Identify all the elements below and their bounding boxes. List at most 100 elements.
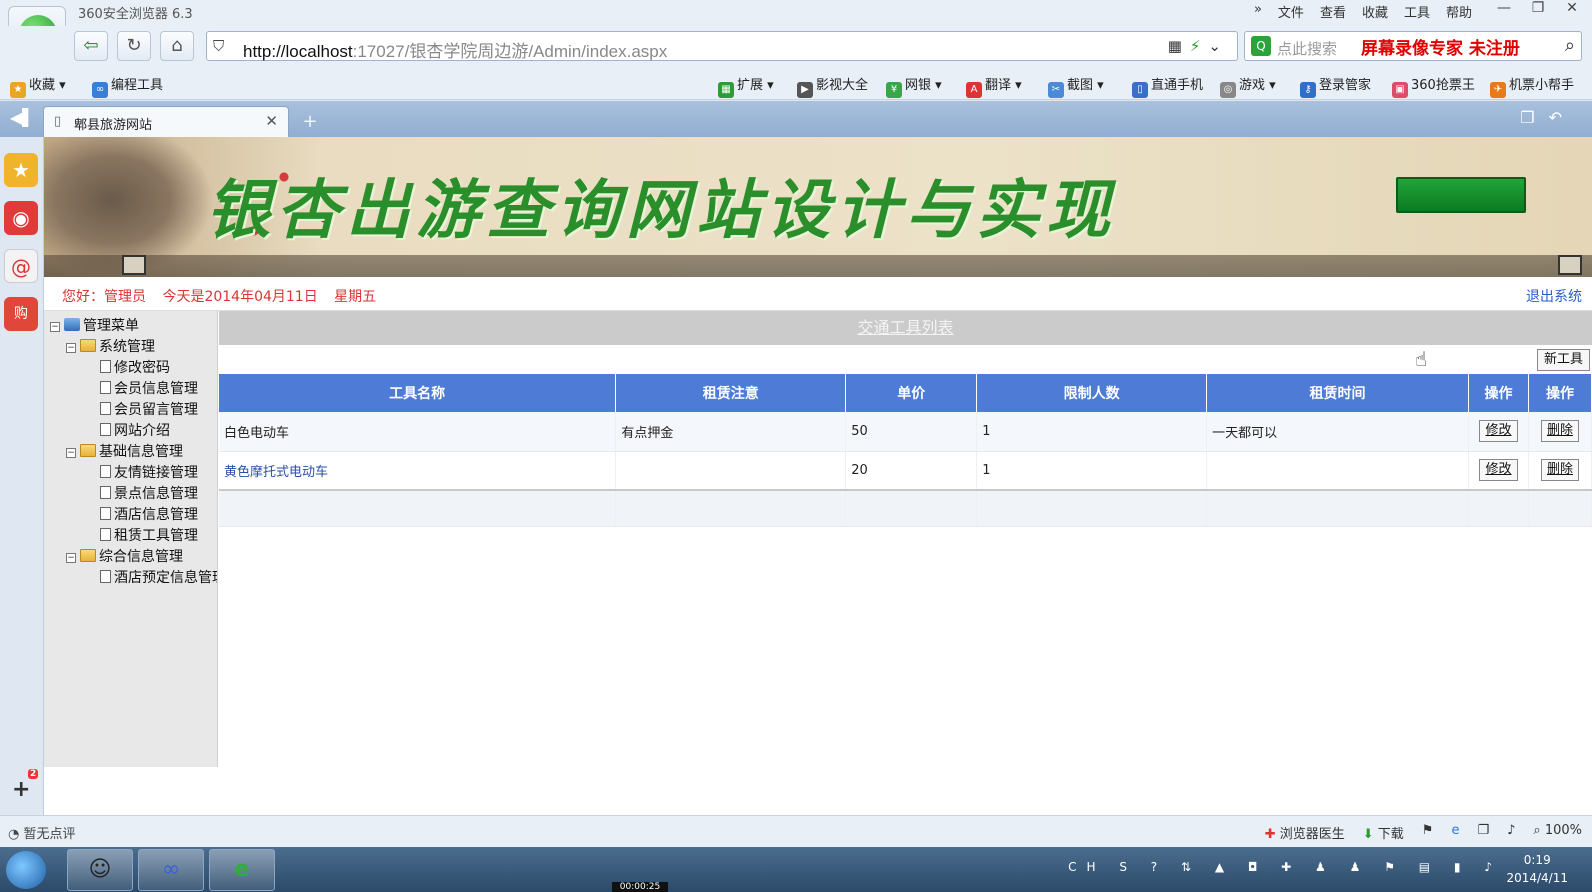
address-tools[interactable]: ▦⚡⌄ (1168, 37, 1229, 55)
input-language[interactable]: CH (1068, 860, 1105, 874)
tree-group-general[interactable]: − 综合信息管理 (66, 546, 183, 566)
tab-active[interactable]: ▯ 郫县旅游网站 ✕ (43, 106, 289, 137)
shopping-hot-icon[interactable]: 购 (4, 297, 38, 331)
taskbar-app-360browser[interactable]: e (209, 849, 275, 891)
document-icon: ▯ (54, 114, 62, 129)
toolbar-games[interactable]: ◎ 游戏 ▾ (1220, 74, 1276, 98)
weibo-icon[interactable]: ◉ (4, 201, 38, 235)
search-icon[interactable]: ⌕ (1565, 35, 1575, 56)
close-tab-icon[interactable]: ✕ (265, 112, 278, 130)
cell-delete: 删除 (1528, 412, 1592, 452)
zoom-control[interactable]: ⌕ 100% (1533, 823, 1582, 842)
footer-cell (219, 489, 617, 527)
toolbar-videos[interactable]: ▶ 影视大全 (797, 74, 868, 98)
restore-button[interactable]: ❐ (1528, 0, 1548, 16)
home-button[interactable]: ⌂ (160, 31, 194, 61)
restore-tabs-icon[interactable]: ❐ (1520, 108, 1548, 127)
new-tab-button[interactable]: + (295, 110, 325, 136)
volume-icon[interactable]: ♪ (1507, 823, 1515, 842)
start-button[interactable] (6, 851, 46, 889)
toolbar-login-manager[interactable]: ⚷ 登录管家 (1300, 74, 1371, 98)
col-price: 单价 (845, 374, 978, 412)
tree-root[interactable]: − 管理菜单 (50, 315, 139, 335)
tree-item-member-info[interactable]: 会员信息管理 (100, 378, 198, 398)
toolbar-phone[interactable]: ▯ 直通手机 (1132, 74, 1203, 98)
col-rental-note: 租赁注意 (615, 374, 847, 412)
tree-item-member-messages[interactable]: 会员留言管理 (100, 399, 198, 419)
qrcode-icon[interactable]: ▦ (1168, 37, 1190, 55)
taskbar-app-avatar[interactable]: ☺ (67, 849, 133, 891)
toolbar-banking[interactable]: ¥ 网银 ▾ (886, 74, 942, 98)
collapse-icon[interactable]: − (50, 322, 60, 332)
menu-favorites[interactable]: 收藏 (1362, 2, 1388, 21)
refresh-button[interactable]: ↻ (117, 31, 151, 61)
search-engine-icon[interactable]: Q (1251, 36, 1271, 56)
sidebar-toggle-icon[interactable]: ◀▌ (10, 108, 35, 127)
tray-icons[interactable]: S ? ⇅ ▲ ◘ ✚ ♟ ♟ ⚑ ▤ ▮ ♪ (1119, 860, 1502, 874)
toolbar-flight-helper[interactable]: ✈ 机票小帮手 (1490, 74, 1574, 98)
edit-button[interactable]: 修改 (1479, 420, 1518, 443)
footer-cell (1468, 489, 1529, 527)
address-url[interactable]: http://localhost:17027/银杏学院周边游/Admin/ind… (243, 37, 667, 62)
search-placeholder[interactable]: 点此搜索 (1277, 38, 1337, 59)
shield-icon: ⛉ (213, 37, 225, 55)
collapse-icon[interactable]: − (66, 553, 76, 563)
back-button[interactable]: ⇦ (74, 31, 108, 61)
footer-cell (1206, 489, 1469, 527)
new-tool-button[interactable]: 新工具 (1536, 349, 1590, 371)
greeting-weekday: 星期五 (334, 289, 377, 305)
tree-item-hotels[interactable]: 酒店信息管理 (100, 504, 198, 524)
menu-tools[interactable]: 工具 (1404, 2, 1430, 21)
cell-limit: 1 (976, 451, 1208, 491)
toolbar-extensions[interactable]: ▦ 扩展 ▾ (718, 74, 774, 98)
tree-item-change-password[interactable]: 修改密码 (100, 357, 170, 377)
collapse-icon[interactable]: − (66, 343, 76, 353)
collapse-icon[interactable]: − (66, 448, 76, 458)
bookmark-favorites[interactable]: ★ 收藏 ▾ (10, 74, 66, 98)
browser-doctor-button[interactable]: ✚ 浏览器医生 (1265, 823, 1345, 842)
lightning-icon[interactable]: ⚡ (1190, 37, 1209, 55)
tree-group-basic[interactable]: − 基础信息管理 (66, 441, 183, 461)
status-comment[interactable]: ◔ 暂无点评 (8, 823, 76, 842)
ie-mode-icon[interactable]: e (1451, 823, 1459, 842)
taskbar-app-visualstudio[interactable]: ∞ (138, 849, 204, 891)
menu-more[interactable]: » (1254, 2, 1262, 21)
tab-title: 郫县旅游网站 (74, 118, 153, 133)
undo-close-icon[interactable]: ↶ (1549, 108, 1576, 127)
bookmark-programming-tools[interactable]: ∞ 编程工具 (92, 74, 163, 98)
tree-item-attractions[interactable]: 景点信息管理 (100, 483, 198, 503)
window-mode-icon[interactable]: ❐ (1477, 823, 1489, 842)
menu-help[interactable]: 帮助 (1446, 2, 1472, 21)
tree-item-friend-links[interactable]: 友情链接管理 (100, 462, 198, 482)
logout-link[interactable]: 退出系统 (1526, 286, 1582, 306)
minimize-button[interactable]: — (1494, 0, 1514, 16)
tree-item-site-intro[interactable]: 网站介绍 (100, 420, 170, 440)
menu-view[interactable]: 查看 (1320, 2, 1346, 21)
close-window-button[interactable]: ✕ (1562, 0, 1582, 16)
toolbar-translate[interactable]: A 翻译 ▾ (966, 74, 1022, 98)
toolbar-screenshot[interactable]: ✂ 截图 ▾ (1048, 74, 1104, 98)
list-title[interactable]: 交通工具列表 (857, 318, 953, 337)
chevron-down-icon[interactable]: ⌄ (1208, 37, 1229, 55)
menu-file[interactable]: 文件 (1278, 2, 1304, 21)
email-icon[interactable]: @ (4, 249, 38, 283)
favorites-star-icon[interactable]: ★ (4, 153, 38, 187)
delete-button[interactable]: 删除 (1540, 459, 1579, 482)
banner-green-button[interactable] (1396, 177, 1526, 213)
tree-item-hotel-booking[interactable]: 酒店预定信息管理 (100, 567, 217, 587)
address-bar[interactable]: ⛉ http://localhost:17027/银杏学院周边游/Admin/i… (206, 31, 1238, 61)
delete-button[interactable]: 删除 (1540, 420, 1579, 443)
system-clock[interactable]: 0:19 2014/4/11 (1506, 851, 1568, 887)
tree-item-rental-tools[interactable]: 租赁工具管理 (100, 525, 198, 545)
compat-mode-icon[interactable]: ⚑ (1422, 823, 1434, 842)
edit-button[interactable]: 修改 (1479, 459, 1518, 482)
browser-e-icon: e (234, 857, 250, 882)
tree-group-system[interactable]: − 系统管理 (66, 336, 155, 356)
banner-square-right (1558, 255, 1582, 275)
toolbar-ticket-grabber[interactable]: ▣ 360抢票王 (1392, 74, 1475, 98)
table-row: 黄色摩托式电动车 20 1 修改 删除 (219, 451, 1592, 491)
cell-limit: 1 (976, 412, 1208, 452)
search-box[interactable]: Q 点此搜索 屏幕录像专家 未注册 ⌕ (1244, 31, 1582, 61)
add-sidebar-app-button[interactable]: +2 (12, 769, 39, 802)
download-button[interactable]: ⬇ 下载 (1363, 823, 1404, 842)
